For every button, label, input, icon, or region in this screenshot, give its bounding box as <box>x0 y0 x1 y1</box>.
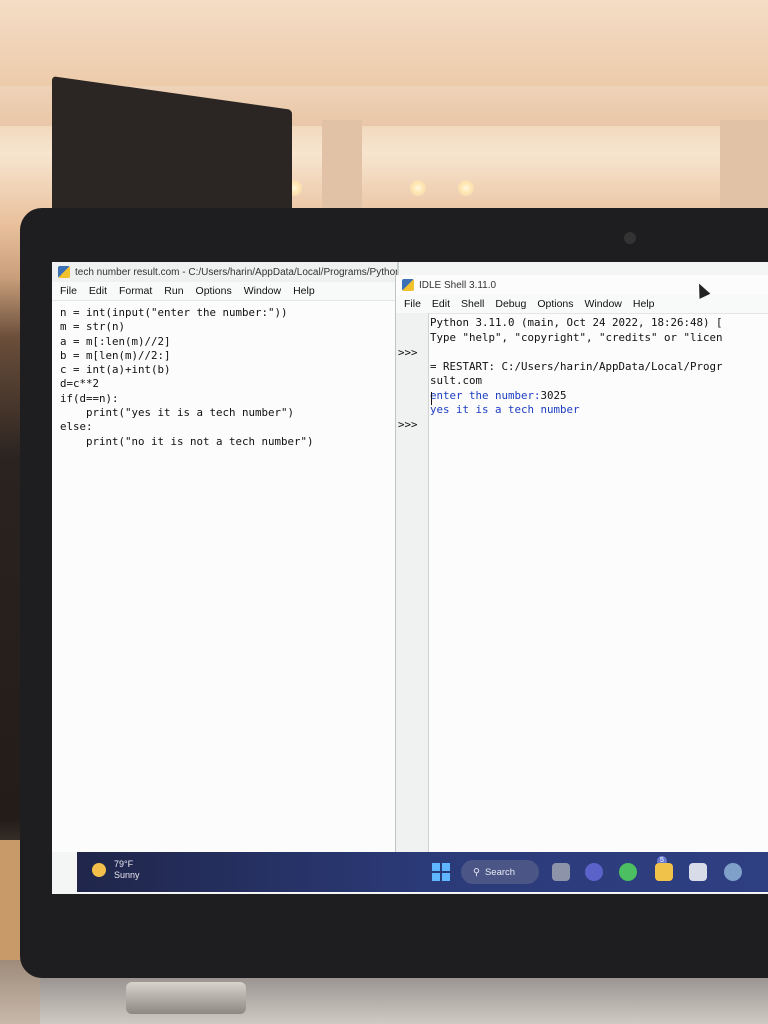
menu-options[interactable]: Options <box>537 298 573 310</box>
windows-start-icon[interactable] <box>432 863 450 881</box>
weather-temperature: 79°F <box>114 859 134 869</box>
shell-prompt: >>> <box>398 346 418 359</box>
shell-window: IDLE Shell 3.11.0 File Edit Shell Debug … <box>395 275 768 873</box>
laptop-hinge <box>126 982 246 1014</box>
taskbar-search[interactable]: ⚲ Search <box>461 860 539 884</box>
code-line: d=c**2 <box>60 377 100 391</box>
store-icon[interactable] <box>689 863 707 881</box>
menu-edit[interactable]: Edit <box>89 285 107 297</box>
menu-help[interactable]: Help <box>633 298 655 310</box>
shell-title: IDLE Shell 3.11.0 <box>419 279 497 291</box>
search-icon: ⚲ <box>473 866 480 878</box>
prompt-gutter: >>> >>> <box>396 313 429 873</box>
python-icon <box>58 266 70 278</box>
laptop-screen: tech number result.com - C:/Users/harin/… <box>52 262 768 894</box>
menu-window[interactable]: Window <box>585 298 622 310</box>
menu-format[interactable]: Format <box>119 285 152 297</box>
menu-options[interactable]: Options <box>196 285 232 297</box>
menu-run[interactable]: Run <box>164 285 183 297</box>
menu-shell[interactable]: Shell <box>461 298 484 310</box>
weather-widget[interactable]: 79°F Sunny <box>92 859 140 881</box>
teams-icon[interactable] <box>585 863 603 881</box>
ceiling-light <box>410 180 426 196</box>
shell-prompt: >>> <box>398 418 418 431</box>
code-line: b = m[len(m)//2:] <box>60 348 171 362</box>
room-pillar <box>720 120 768 215</box>
settings-icon[interactable] <box>724 863 742 881</box>
code-line: m = str(n) <box>60 320 126 334</box>
task-view-icon[interactable] <box>552 863 570 881</box>
menu-debug[interactable]: Debug <box>495 298 526 310</box>
shell-output-area[interactable]: Python 3.11.0 (main, Oct 24 2022, 18:26:… <box>430 316 723 418</box>
search-label: Search <box>484 866 516 878</box>
banner-line: Python 3.11.0 (main, Oct 24 2022, 18:26:… <box>430 316 723 329</box>
file-explorer-icon[interactable] <box>655 863 673 881</box>
code-line: c = int(a)+int(b) <box>60 363 171 377</box>
shell-menubar: File Edit Shell Debug Options Window Hel… <box>396 295 768 314</box>
editor-titlebar[interactable]: tech number result.com - C:/Users/harin/… <box>52 262 397 282</box>
whatsapp-icon[interactable] <box>619 863 637 881</box>
python-icon <box>402 279 414 291</box>
code-line: n = int(input("enter the number:")) <box>60 306 288 319</box>
code-line: else: <box>60 420 93 434</box>
room-pillar <box>322 120 362 215</box>
editor-menubar: File Edit Format Run Options Window Help <box>52 282 397 301</box>
code-line: print("no it is not a tech number") <box>60 434 314 448</box>
sun-icon <box>92 863 106 877</box>
program-output: yes it is a tech number <box>430 403 580 416</box>
webcam <box>624 232 636 244</box>
code-line: if(d==n): <box>60 391 119 405</box>
menu-edit[interactable]: Edit <box>432 298 450 310</box>
input-value: 3025 <box>540 388 567 402</box>
menu-help[interactable]: Help <box>293 285 315 297</box>
ceiling-light <box>458 180 474 196</box>
menu-window[interactable]: Window <box>244 285 281 297</box>
input-prompt: enter the number: <box>430 388 541 402</box>
editor-window: tech number result.com - C:/Users/harin/… <box>52 262 399 852</box>
code-line: a = m[:len(m)//2] <box>60 334 171 348</box>
weather-condition: Sunny <box>114 870 140 880</box>
taskbar: 79°F Sunny ⚲ Search 5 <box>77 852 768 892</box>
menu-file[interactable]: File <box>404 298 421 310</box>
restart-line: = RESTART: C:/Users/harin/AppData/Local/… <box>430 359 723 373</box>
code-line: print("yes it is a tech number") <box>60 406 295 420</box>
text-cursor <box>431 392 432 405</box>
banner-line: Type "help", "copyright", "credits" or "… <box>430 330 723 344</box>
menu-file[interactable]: File <box>60 285 77 297</box>
code-area[interactable]: n = int(input("enter the number:")) m = s… <box>52 301 397 449</box>
editor-title: tech number result.com - C:/Users/harin/… <box>75 266 397 278</box>
restart-line: sult.com <box>430 374 483 387</box>
shell-titlebar[interactable]: IDLE Shell 3.11.0 <box>396 275 768 295</box>
